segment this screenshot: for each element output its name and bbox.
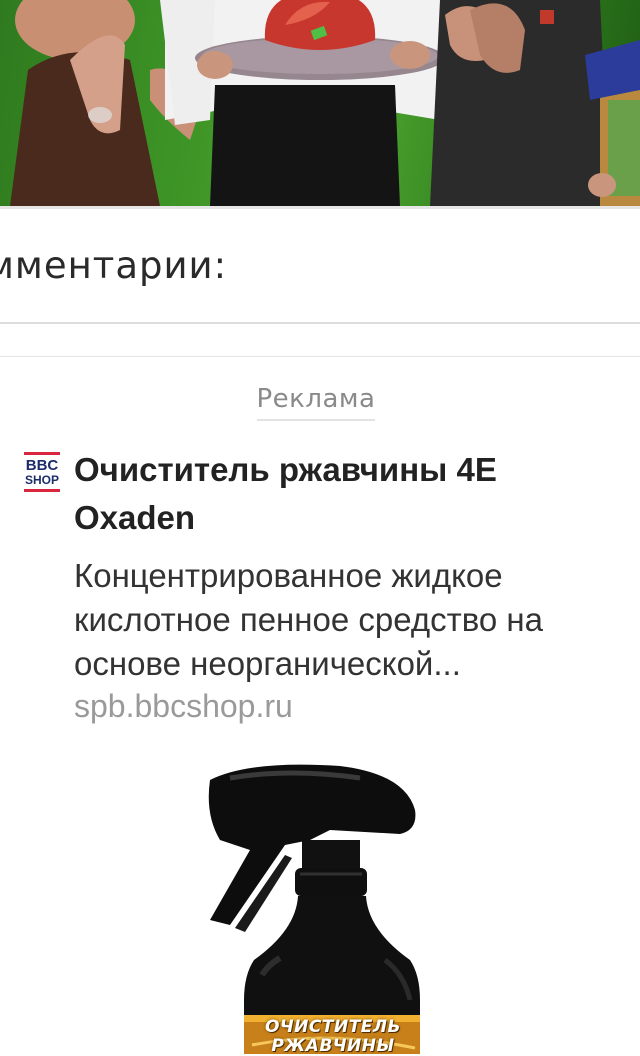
article-photo[interactable]	[0, 0, 640, 206]
logo-text-top: BBC	[26, 457, 59, 474]
ad-product-image[interactable]	[190, 760, 430, 1054]
ad-title-link[interactable]: Очиститель ржавчины 4E Oxaden	[74, 446, 614, 542]
ad-description[interactable]: Концентрированное жидкое кислотное пенно…	[74, 554, 630, 686]
product-label-line-1: ОЧИСТИТЕЛЬ	[264, 1017, 401, 1037]
article-photo-illustration	[10, 0, 640, 206]
product-label-line-2: РЖАВЧИНЫ	[271, 1036, 395, 1056]
section-divider	[0, 356, 640, 357]
ad-url-link[interactable]: spb.bbcshop.ru	[74, 688, 293, 725]
product-label: ОЧИСТИТЕЛЬ РЖАВЧИНЫ	[238, 1018, 428, 1056]
ad-label-text: Реклама	[256, 384, 376, 421]
ad-label: Реклама	[0, 384, 632, 421]
bbcshop-logo-icon: BBC SHOP	[24, 452, 60, 492]
comments-heading: мментарии:	[0, 244, 228, 287]
photo-divider	[0, 206, 640, 209]
logo-text-bottom: SHOP	[25, 473, 59, 487]
comments-divider	[0, 322, 640, 324]
